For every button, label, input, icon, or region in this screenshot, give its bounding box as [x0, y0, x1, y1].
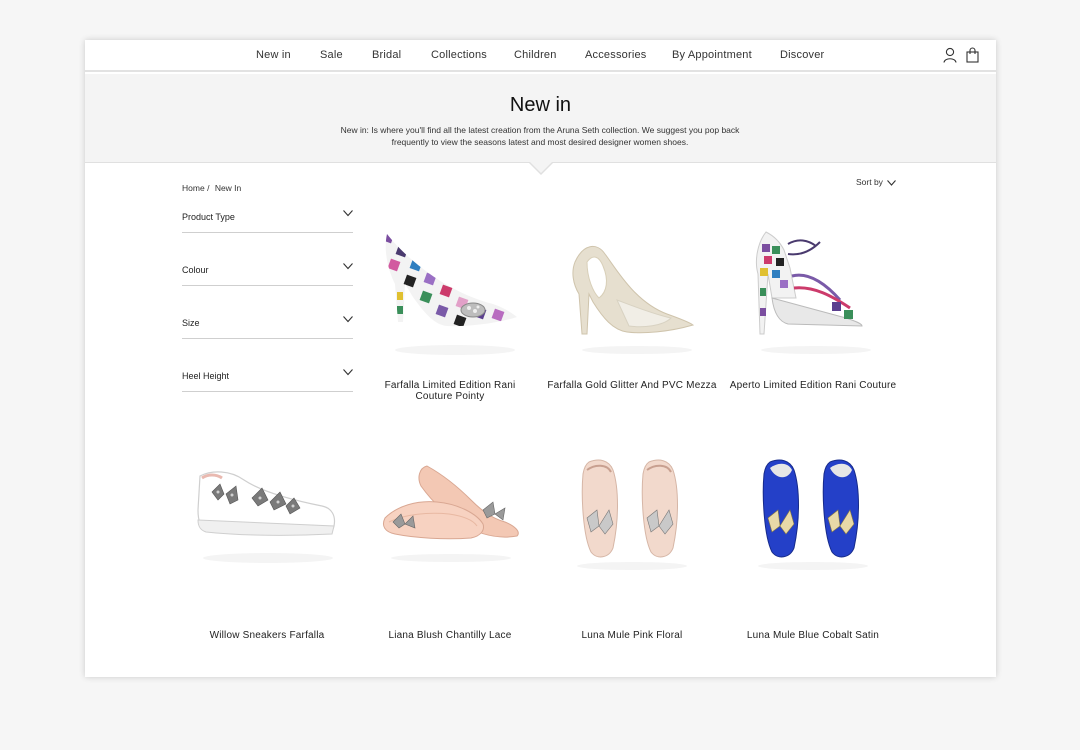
chevron-down-icon: [343, 316, 353, 323]
filter-colour[interactable]: Colour: [182, 260, 353, 286]
nav-children[interactable]: Children: [514, 49, 557, 61]
chevron-down-icon: [887, 179, 896, 186]
chevron-down-icon: [343, 263, 353, 270]
nav-discover[interactable]: Discover: [780, 49, 824, 61]
page-title: New in: [509, 94, 572, 116]
sort-dropdown[interactable]: Sort by: [856, 177, 896, 187]
breadcrumb-home[interactable]: Home: [182, 183, 205, 193]
filter-heel-height[interactable]: Heel Height: [182, 366, 353, 392]
breadcrumb: Home / New In: [182, 183, 241, 193]
product-name[interactable]: Aperto Limited Edition Rani Couture: [728, 380, 898, 391]
nav-by-appointment[interactable]: By Appointment: [672, 49, 752, 61]
product-image[interactable]: [182, 440, 352, 580]
page-description: New in: Is where you'll find all the lat…: [340, 125, 740, 147]
product-name[interactable]: Farfalla Gold Glitter And PVC Mezza: [547, 380, 717, 391]
nav-accessories[interactable]: Accessories: [585, 49, 647, 61]
product-name[interactable]: Luna Mule Pink Floral: [547, 630, 717, 641]
hero-banner: New in New in: Is where you'll find all …: [85, 74, 996, 163]
breadcrumb-current: New In: [214, 183, 242, 193]
product-image[interactable]: [365, 440, 535, 580]
chevron-down-icon: [343, 369, 353, 376]
nav-collections[interactable]: Collections: [431, 49, 487, 61]
product-image[interactable]: [547, 222, 717, 362]
product-name[interactable]: Liana Blush Chantilly Lace: [365, 630, 535, 641]
shopping-bag-icon[interactable]: [966, 47, 980, 63]
product-image[interactable]: [728, 222, 898, 362]
filter-size[interactable]: Size: [182, 313, 353, 339]
filter-label: Product Type: [182, 212, 235, 222]
filter-label: Colour: [182, 265, 209, 275]
sort-label: Sort by: [856, 177, 883, 187]
nav-new-in[interactable]: New in: [256, 49, 291, 61]
product-name[interactable]: Willow Sneakers Farfalla: [182, 630, 352, 641]
banner-notch: [530, 162, 552, 173]
chevron-down-icon: [343, 210, 353, 217]
breadcrumb-separator: /: [207, 183, 210, 193]
nav-sale[interactable]: Sale: [320, 49, 343, 61]
nav-bridal[interactable]: Bridal: [372, 49, 401, 61]
filter-product-type[interactable]: Product Type: [182, 207, 353, 233]
filter-label: Size: [182, 318, 200, 328]
browser-window: New in Sale Bridal Collections Children …: [85, 40, 996, 677]
top-navigation: New in Sale Bridal Collections Children …: [85, 40, 996, 72]
product-image[interactable]: [728, 440, 898, 580]
product-name[interactable]: Luna Mule Blue Cobalt Satin: [728, 630, 898, 641]
product-image[interactable]: [365, 222, 535, 362]
product-name[interactable]: Farfalla Limited Edition Rani Couture Po…: [365, 380, 535, 402]
user-icon[interactable]: [943, 47, 957, 63]
filter-label: Heel Height: [182, 371, 230, 381]
product-image[interactable]: [547, 440, 717, 580]
